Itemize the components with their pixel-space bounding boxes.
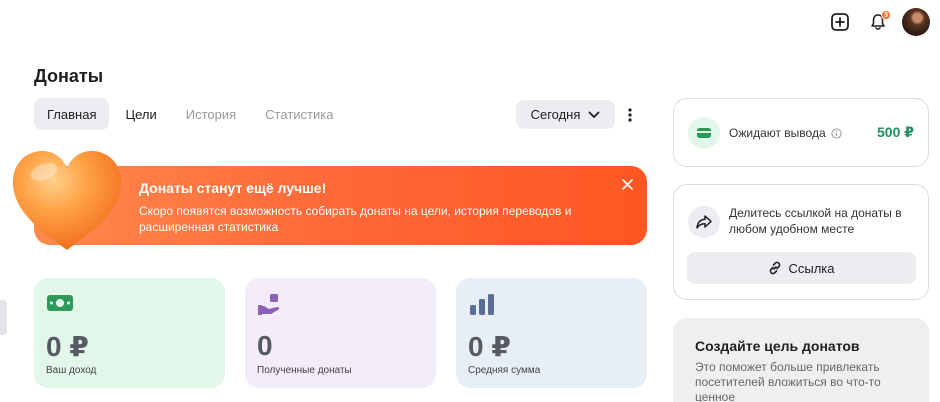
stat-card-donations: 0 Полученные донаты xyxy=(245,278,436,388)
average-value: 0 ₽ xyxy=(468,331,511,362)
avatar[interactable] xyxy=(902,8,930,36)
withdraw-amount: 500 ₽ xyxy=(877,124,914,140)
stat-card-income: 0 ₽ Ваш доход xyxy=(34,278,225,388)
copy-link-button[interactable]: Ссылка xyxy=(687,252,916,284)
donations-page: 3 Донаты Главная Цели История Статистика… xyxy=(0,0,940,402)
goal-title: Создайте цель донатов xyxy=(695,338,860,354)
period-select[interactable]: Сегодня xyxy=(516,100,615,129)
average-label: Средняя сумма xyxy=(468,365,541,376)
donations-label: Полученные донаты xyxy=(257,365,352,376)
create-goal-card[interactable]: Создайте цель донатов Это поможет больше… xyxy=(673,318,929,402)
notification-badge: 3 xyxy=(881,10,891,20)
tab-main[interactable]: Главная xyxy=(34,98,110,130)
page-title: Донаты xyxy=(34,66,104,86)
more-vertical-icon xyxy=(628,107,632,122)
plus-square-icon xyxy=(831,13,849,31)
banner-title: Донаты станут ещё лучше! xyxy=(139,180,327,196)
income-label: Ваш доход xyxy=(46,365,97,376)
withdraw-card[interactable]: Ожидают вывода 500 ₽ xyxy=(673,98,929,167)
money-icon xyxy=(47,295,73,311)
wallet-icon-wrap xyxy=(688,117,720,149)
donations-value: 0 xyxy=(257,330,273,361)
wallet-icon xyxy=(697,128,711,138)
goal-text: Это поможет больше привлекать посетителе… xyxy=(695,360,881,402)
info-icon[interactable] xyxy=(831,127,842,139)
tab-history[interactable]: История xyxy=(173,98,249,130)
hand-heart-icon xyxy=(258,294,280,315)
withdraw-label-row: Ожидают вывода xyxy=(729,126,842,140)
share-text: Делитесь ссылкой на донаты в любом удобн… xyxy=(729,206,902,236)
link-icon xyxy=(770,261,781,275)
banner-close-button[interactable] xyxy=(617,174,637,194)
add-button[interactable] xyxy=(826,8,854,36)
tab-goals[interactable]: Цели xyxy=(112,98,169,130)
stat-card-average: 0 ₽ Средняя сумма xyxy=(456,278,647,388)
tabs: Главная Цели История Статистика xyxy=(34,98,349,130)
income-value: 0 ₽ xyxy=(46,331,89,362)
share-icon xyxy=(696,215,712,229)
sidebar-toggle-handle[interactable] xyxy=(0,300,7,335)
withdraw-label: Ожидают вывода xyxy=(729,126,826,140)
bar-chart-icon xyxy=(470,294,494,315)
notifications-button[interactable]: 3 xyxy=(864,8,892,36)
top-bar: 3 xyxy=(826,8,930,36)
share-icon-wrap xyxy=(688,206,720,238)
more-options-button[interactable] xyxy=(620,100,640,129)
tab-statistics[interactable]: Статистика xyxy=(252,98,346,130)
period-label: Сегодня xyxy=(530,107,581,122)
close-icon xyxy=(621,178,633,190)
share-card: Делитесь ссылкой на донаты в любом удобн… xyxy=(673,184,929,300)
copy-link-label: Ссылка xyxy=(788,260,835,276)
chevron-down-icon xyxy=(589,111,600,118)
banner-text: Скоро появятся возможность собирать дона… xyxy=(139,204,572,234)
heart-illustration xyxy=(12,150,122,250)
